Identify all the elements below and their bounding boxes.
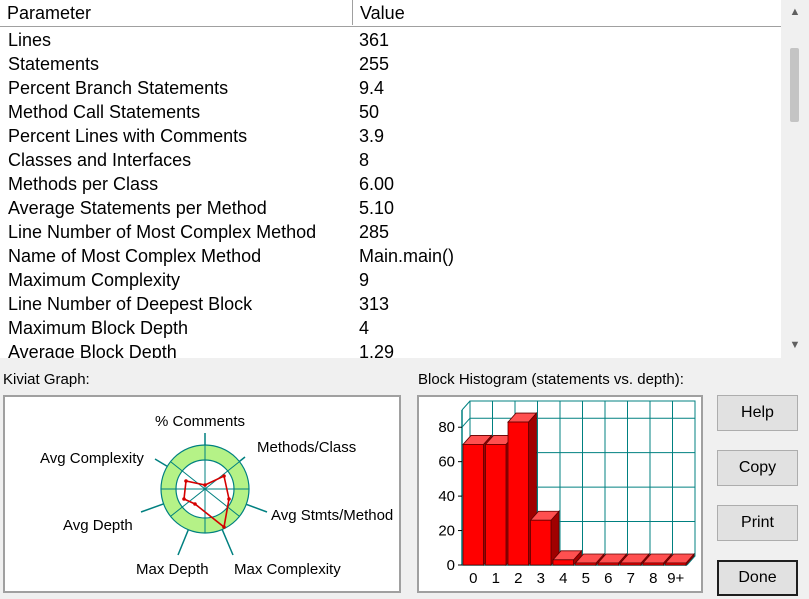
parameter-cell: Maximum Complexity: [8, 270, 181, 290]
parameter-cell: Classes and Interfaces: [8, 150, 192, 170]
table-row[interactable]: Average Statements per Method 5.10: [0, 196, 781, 220]
value-cell: 285: [359, 222, 390, 242]
help-button[interactable]: Help: [717, 395, 798, 431]
parameter-cell: Lines: [8, 30, 52, 50]
value-cell: 6.00: [359, 174, 395, 194]
table-row[interactable]: Methods per Class 6.00: [0, 172, 781, 196]
table-row[interactable]: Percent Lines with Comments 3.9: [0, 124, 781, 148]
histogram-x-tick-label: 5: [582, 570, 590, 587]
kiviat-graph-label: Kiviat Graph:: [3, 371, 90, 388]
table-row[interactable]: Percent Branch Statements 9.4: [0, 76, 781, 100]
parameter-cell: Line Number of Deepest Block: [8, 294, 253, 314]
parameter-cell: Average Block Depth: [8, 342, 177, 358]
done-button[interactable]: Done: [717, 560, 798, 596]
value-cell: 9: [359, 270, 370, 290]
histogram-x-tick-label: 7: [627, 570, 635, 587]
value-column-header[interactable]: Value: [353, 0, 781, 25]
table-row[interactable]: Statements 255: [0, 52, 781, 76]
value-cell: 5.10: [359, 198, 395, 218]
table-rows: Lines 361 Statements 255 Percent Branch Stat…: [0, 28, 781, 358]
metrics-table: Parameter Value Lines 361 Statements 255 Per…: [0, 0, 782, 358]
parameter-cell: Percent Lines with Comments: [8, 126, 248, 146]
histogram-y-tick-label: 60: [438, 454, 455, 471]
kiviat-axis-avg-stmts: Avg Stmts/Method: [271, 507, 393, 524]
histogram-y-tick-label: 20: [438, 523, 455, 540]
table-row[interactable]: Maximum Complexity 9: [0, 268, 781, 292]
parameter-cell: Average Statements per Method: [8, 198, 267, 218]
histogram-bar: [529, 510, 560, 567]
histogram-axis-edge: [461, 400, 471, 411]
parameter-cell: Method Call Statements: [8, 102, 201, 122]
table-row[interactable]: Average Block Depth 1.29: [0, 340, 781, 358]
table-header: Parameter Value: [0, 0, 781, 27]
block-histogram-label: Block Histogram (statements vs. depth):: [418, 371, 684, 388]
value-cell: 313: [359, 294, 390, 314]
histogram-x-tick-label: 8: [649, 570, 657, 587]
scroll-thumb[interactable]: [790, 48, 799, 122]
kiviat-axis-methods-class: Methods/Class: [257, 439, 356, 456]
histogram-x-tick-label: 0: [469, 570, 477, 587]
parameter-cell: Maximum Block Depth: [8, 318, 189, 338]
histogram-y-tick-label: 80: [438, 419, 455, 436]
kiviat-graph: % Comments Methods/Class Avg Stmts/Metho…: [3, 395, 401, 593]
parameter-cell: Methods per Class: [8, 174, 159, 194]
kiviat-axis-avg-depth: Avg Depth: [63, 517, 133, 534]
histogram-x-tick-label: 6: [604, 570, 612, 587]
table-row[interactable]: Maximum Block Depth 4: [0, 316, 781, 340]
scroll-down-arrow-icon[interactable]: ▼: [789, 339, 801, 351]
parameter-column-header[interactable]: Parameter: [0, 0, 353, 25]
table-row[interactable]: Line Number of Most Complex Method 285: [0, 220, 781, 244]
table-row[interactable]: Lines 361: [0, 28, 781, 52]
histogram-x-tick-label: 1: [492, 570, 500, 587]
parameter-cell: Name of Most Complex Method: [8, 246, 262, 266]
kiviat-axis-max-depth: Max Depth: [136, 561, 209, 578]
histogram-x-tick-label: 9+: [667, 570, 684, 587]
value-cell: 4: [359, 318, 370, 338]
table-row[interactable]: Method Call Statements 50: [0, 100, 781, 124]
vertical-scrollbar[interactable]: ▲ ▼: [781, 0, 809, 358]
histogram-y-tick-label: 0: [447, 557, 455, 574]
print-button[interactable]: Print: [717, 505, 798, 541]
table-row[interactable]: Classes and Interfaces 8: [0, 148, 781, 172]
histogram-x-tick-label: 3: [537, 570, 545, 587]
value-cell: 1.29: [359, 342, 395, 358]
value-cell: 361: [359, 30, 390, 50]
table-row[interactable]: Line Number of Deepest Block 313: [0, 292, 781, 316]
parameter-cell: Statements: [8, 54, 100, 74]
histogram-gridline: [461, 417, 471, 428]
block-histogram: 0 20 40 60 80 0 1 2 3 4 5 6 7 8 9+: [417, 395, 703, 593]
histogram-chart: 020406080 0 1 2 3 4 5 6 7 8 9+: [438, 400, 696, 587]
histogram-x-tick-label: 4: [559, 570, 567, 587]
kiviat-axis-max-complexity: Max Complexity: [234, 561, 341, 578]
histogram-x-tick-label: 2: [514, 570, 522, 587]
table-row[interactable]: Name of Most Complex Method Main.main(): [0, 244, 781, 268]
value-cell: 3.9: [359, 126, 385, 146]
copy-button[interactable]: Copy: [717, 450, 798, 486]
value-cell: 8: [359, 150, 370, 170]
value-cell: Main.main(): [359, 246, 455, 266]
value-cell: 255: [359, 54, 390, 74]
parameter-cell: Line Number of Most Complex Method: [8, 222, 317, 242]
scroll-up-arrow-icon[interactable]: ▲: [789, 6, 801, 18]
value-cell: 50: [359, 102, 380, 122]
histogram-y-tick-label: 40: [438, 488, 455, 505]
value-cell: 9.4: [359, 78, 385, 98]
kiviat-axis-comments: % Comments: [155, 413, 245, 430]
parameter-cell: Percent Branch Statements: [8, 78, 229, 98]
kiviat-axis-avg-complexity: Avg Complexity: [40, 450, 144, 467]
